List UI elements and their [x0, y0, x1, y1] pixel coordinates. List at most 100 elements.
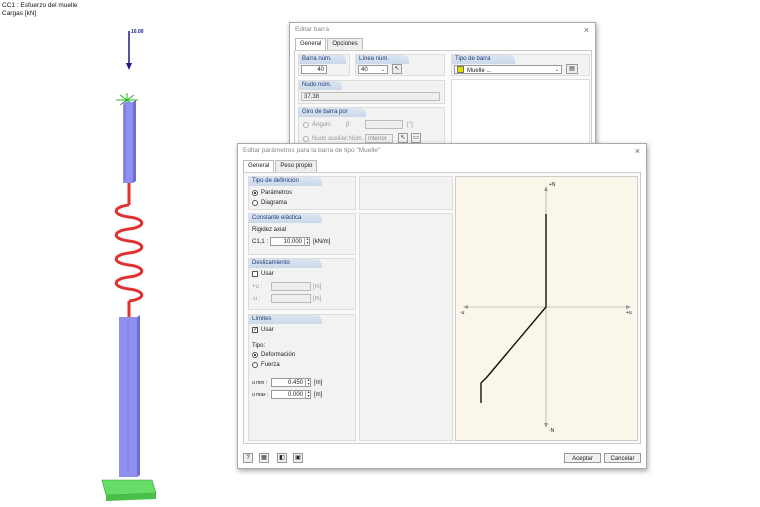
diagrama-label: Diagrama	[261, 200, 288, 206]
constante-elastica-label: Constante elástica	[249, 214, 322, 223]
deformacion-radio[interactable]	[252, 352, 258, 358]
fuerza-label: Fuerza	[261, 362, 280, 368]
slip-minus-field[interactable]	[271, 294, 311, 303]
base-support[interactable]	[101, 479, 157, 501]
load-case-label: CC1 : Esfuerzo del muelle	[2, 2, 78, 9]
editar-parametros-titlebar: Editar parámetros para la barra de tipo …	[238, 144, 646, 158]
c11-unit: [kN/m]	[313, 239, 331, 245]
barra-num-section: Barra núm. 40	[298, 54, 350, 76]
nudo-num-field: 37,38	[301, 92, 440, 101]
nudo-aux-label: Nudo auxiliar:	[312, 136, 349, 142]
units-icon[interactable]: ▦	[259, 453, 269, 463]
deslizamiento-checkbox[interactable]	[252, 271, 258, 277]
slip-plus-label: +u :	[252, 284, 263, 290]
open-folder-icon[interactable]: ◧	[277, 453, 287, 463]
deslizamiento-usar-label: Usar	[261, 271, 274, 277]
linea-num-label: Línea núm.	[356, 55, 409, 64]
linea-num-section: Línea núm. 40 ⌄ ↖	[355, 54, 445, 76]
parametros-panel: Tipo de definición Parámetros Diagrama C…	[243, 172, 641, 444]
select-node-icon[interactable]: ▭	[411, 133, 421, 143]
num-label: Núm.	[349, 136, 364, 142]
barra-num-field[interactable]: 40	[301, 65, 327, 74]
umax-unit: [m]	[314, 392, 323, 398]
interior-select[interactable]: Interior	[365, 134, 393, 143]
giro-label: Giro de barra por	[299, 108, 366, 117]
close-icon[interactable]: ×	[584, 23, 589, 37]
help-icon[interactable]: ?	[243, 453, 253, 463]
edit-member-type-icon[interactable]: ▤	[566, 64, 578, 74]
c11-label: C1,1 :	[252, 239, 269, 245]
limites-usar-label: Usar	[261, 327, 274, 333]
linea-num-select[interactable]: 40 ⌄	[358, 65, 388, 74]
tipo-barra-select[interactable]: Muelle ... ⌄	[454, 65, 562, 74]
axis-plus-u: +u	[626, 310, 632, 316]
umin-label: u min :	[252, 380, 268, 386]
beta-field[interactable]	[365, 120, 403, 129]
editar-parametros-dialog[interactable]: Editar parámetros para la barra de tipo …	[237, 143, 647, 469]
load-arrow	[126, 31, 132, 70]
deslizamiento-section: Deslizamiento Usar +u : [m] -u : [m]	[248, 258, 356, 310]
degree-unit-icon: [°]	[407, 122, 413, 128]
umin-spinner-icon[interactable]: ▴ ▾	[305, 378, 311, 387]
tipo-label: Tipo:	[252, 343, 266, 349]
save-icon[interactable]: ▣	[293, 453, 303, 463]
limites-label: Límites	[249, 315, 322, 324]
structure-model[interactable]	[90, 25, 180, 505]
umin-value: 0.450	[287, 380, 303, 386]
editar-barra-dialog[interactable]: Editar barra × General Opciones Barra nú…	[289, 22, 596, 149]
c11-value: 10.000	[283, 239, 302, 245]
upper-member[interactable]	[123, 100, 136, 183]
aceptar-button[interactable]: Aceptar	[564, 453, 601, 463]
tipo-barra-section: Tipo de barra Muelle ... ⌄ ▤	[451, 54, 590, 76]
nudo-aux-radio[interactable]	[303, 136, 309, 142]
chevron-down-icon: ⌄	[380, 67, 385, 73]
parametros-radio[interactable]	[252, 190, 258, 196]
deslizamiento-label: Deslizamiento	[249, 259, 322, 268]
editar-parametros-title: Editar parámetros para la barra de tipo …	[243, 147, 381, 154]
umax-value: 0.000	[287, 392, 303, 398]
lower-member[interactable]	[119, 315, 140, 477]
umax-spinner-icon[interactable]: ▴ ▾	[305, 390, 311, 399]
umax-label: u max :	[252, 392, 269, 398]
fuerza-radio[interactable]	[252, 362, 258, 368]
slip-minus-unit: [m]	[313, 296, 322, 302]
umin-unit: [m]	[314, 380, 323, 386]
slip-plus-field[interactable]	[271, 282, 311, 291]
cancelar-button[interactable]: Cancelar	[604, 453, 641, 463]
tipo-definicion-section: Tipo de definición Parámetros Diagrama	[248, 176, 356, 210]
close-icon[interactable]: ×	[635, 144, 640, 158]
deformacion-label: Deformación	[261, 352, 296, 358]
spring-diagram: +N -N -u +u	[455, 176, 638, 441]
slip-plus-unit: [m]	[313, 284, 322, 290]
editar-barra-panel: Barra núm. 40 Línea núm. 40 ⌄ ↖ Tipo de b…	[294, 50, 592, 149]
parametros-label: Parámetros	[261, 190, 293, 196]
tipo-barra-value: Muelle ...	[467, 68, 492, 74]
tipo-definicion-label: Tipo de definición	[249, 177, 322, 186]
axis-plus-n: +N	[549, 182, 556, 188]
beta-label: β:	[346, 122, 352, 128]
axis-minus-n: -N	[549, 428, 555, 434]
limites-section: Límites ✓ Usar Tipo: Deformación Fuerza …	[248, 314, 356, 441]
editar-barra-preview	[451, 79, 590, 149]
spring-diagram-graph	[463, 186, 631, 428]
chevron-down-icon: ⌄	[554, 67, 559, 73]
linea-num-value: 40	[361, 67, 368, 73]
spring-member[interactable]	[114, 183, 144, 317]
pick-node-icon[interactable]: ↖	[398, 133, 408, 143]
c11-spinner-icon[interactable]: ▴ ▾	[304, 237, 310, 246]
angulo-radio[interactable]	[303, 122, 309, 128]
editar-barra-title: Editar barra	[295, 26, 329, 33]
diagrama-radio[interactable]	[252, 200, 258, 206]
barra-num-label: Barra núm.	[299, 55, 346, 64]
interior-value: Interior	[368, 136, 387, 142]
pick-line-icon[interactable]: ↖	[392, 64, 402, 74]
angulo-label: Ángulo	[312, 122, 331, 128]
load-unit-label: Cargas [kN]	[2, 10, 37, 17]
parameters-side-panel	[359, 213, 453, 441]
nudo-num-section: Nudo núm. 37,38	[298, 80, 445, 104]
limites-checkbox[interactable]: ✓	[252, 327, 258, 333]
nudo-num-label: Nudo núm.	[299, 81, 342, 90]
editar-barra-titlebar: Editar barra ×	[290, 23, 595, 37]
yellow-swatch-icon	[457, 66, 464, 73]
axis-minus-u: -u	[460, 310, 465, 316]
